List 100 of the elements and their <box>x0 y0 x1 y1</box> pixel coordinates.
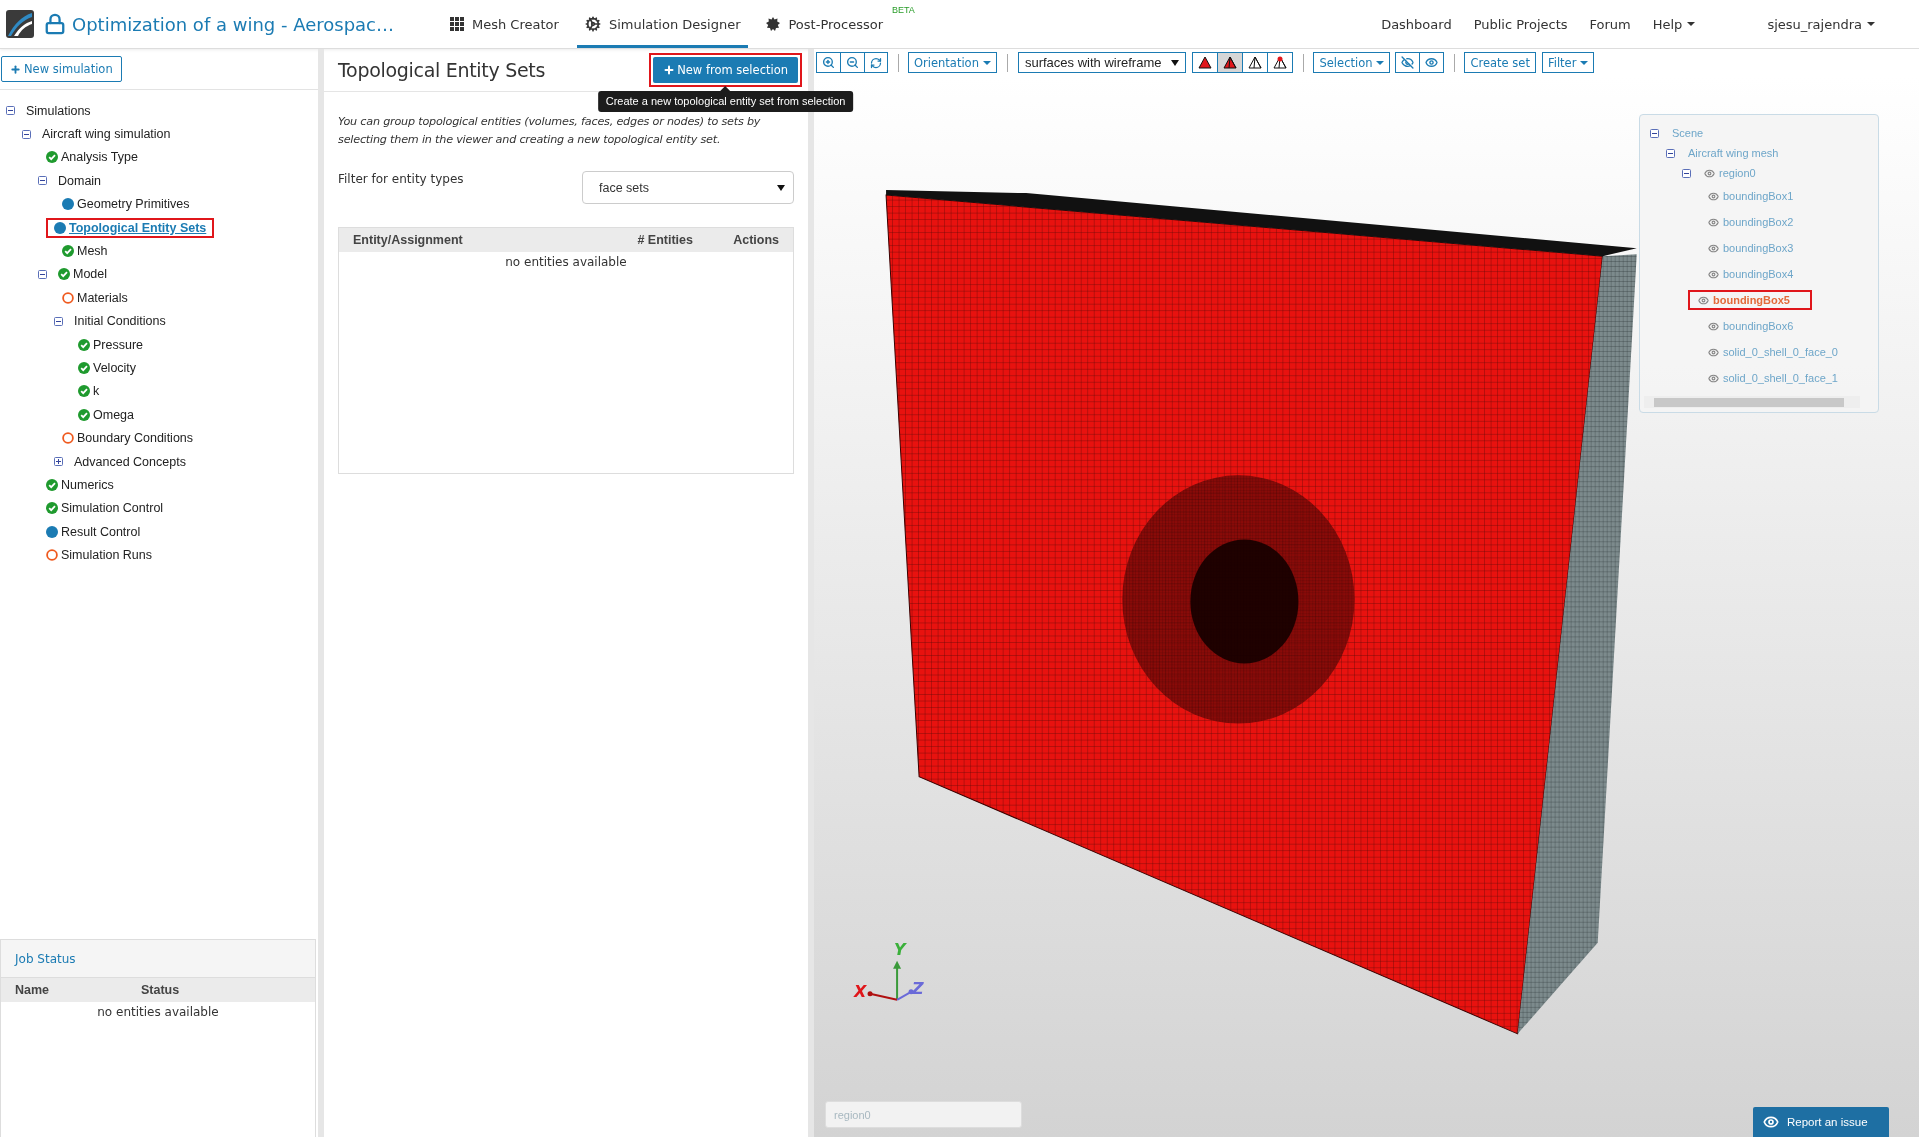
nav-link[interactable]: Public Projects <box>1473 16 1568 32</box>
reset-button[interactable] <box>864 52 888 73</box>
zoom-in-icon <box>822 56 835 69</box>
collapse-icon[interactable] <box>38 176 47 186</box>
ring-icon <box>62 291 74 304</box>
tree-item[interactable]: Advanced Concepts <box>74 454 186 469</box>
render-mode-button[interactable] <box>1267 52 1294 73</box>
tree-item[interactable]: Mesh <box>77 244 108 259</box>
tree-item[interactable]: Domain <box>58 173 102 188</box>
dot-icon <box>46 525 58 538</box>
axes-drawing: Y X Z <box>854 939 924 1001</box>
eye-icon[interactable] <box>1698 294 1709 306</box>
gear-icon <box>766 17 781 31</box>
user-menu[interactable]: sjesu_rajendra <box>1767 16 1875 32</box>
nav-tab[interactable]: Post-Processor <box>758 0 891 48</box>
check-circle-icon <box>78 338 90 351</box>
eye-icon[interactable] <box>1708 372 1719 384</box>
nav-link[interactable]: Forum <box>1589 16 1631 32</box>
tree-item[interactable]: Omega <box>93 407 134 422</box>
tree-item[interactable]: Geometry Primitives <box>77 197 190 212</box>
tree-item[interactable]: Topological Entity Sets <box>69 220 207 235</box>
expand-icon[interactable] <box>54 457 63 467</box>
selection-dropdown[interactable]: Selection <box>1313 52 1391 73</box>
wire-pyramid-icon <box>1248 56 1263 69</box>
render-mode-select[interactable]: surfaces with wireframe <box>1017 52 1187 73</box>
tree-item[interactable]: Boundary Conditions <box>77 431 194 446</box>
tree-item[interactable]: Materials <box>77 290 128 305</box>
tree-item[interactable]: Pressure <box>93 337 144 352</box>
tooltip-arrow <box>720 86 731 91</box>
orientation-dropdown[interactable]: Orientation <box>908 52 997 73</box>
nav-tab[interactable]: Mesh Creator <box>442 0 567 48</box>
nav-link[interactable]: Dashboard <box>1381 16 1452 32</box>
collapse-icon[interactable] <box>54 316 63 326</box>
tree-item[interactable]: k <box>93 384 100 399</box>
check-circle-icon <box>46 502 58 515</box>
new-simulation-button[interactable]: New simulation <box>1 56 122 82</box>
panel-title: Job Status <box>15 951 76 966</box>
zoom-in-button[interactable] <box>816 52 841 73</box>
tree-item[interactable]: Velocity <box>93 361 137 375</box>
collapse-icon[interactable] <box>38 269 47 279</box>
logo-icon <box>6 10 34 38</box>
nav-tab[interactable]: Simulation Designer <box>576 0 749 48</box>
tree-item[interactable]: Simulation Runs <box>61 548 152 563</box>
points-pyramid-icon <box>1273 56 1288 69</box>
collapse-icon[interactable] <box>6 106 15 116</box>
collapse-icon[interactable] <box>1650 128 1659 138</box>
collapse-icon[interactable] <box>22 129 31 139</box>
zoom-out-icon <box>846 56 859 69</box>
tree-item[interactable]: Model <box>73 267 108 282</box>
collapse-icon[interactable] <box>1682 168 1691 178</box>
eye-icon[interactable] <box>1708 320 1719 332</box>
zoom-out-button[interactable] <box>840 52 865 73</box>
check-circle-icon <box>78 408 90 421</box>
render-mode-button[interactable] <box>1192 52 1219 73</box>
eye-icon[interactable] <box>1708 242 1719 254</box>
tree-item[interactable]: Analysis Type <box>61 150 138 165</box>
table-header: Name Status <box>1 978 315 1002</box>
tree-item[interactable]: Simulation Control <box>61 501 164 516</box>
filter-dropdown[interactable]: Filter <box>1541 52 1595 73</box>
dot-icon <box>54 221 66 234</box>
description-text: You can group topological entities (volumes, faces, edges or nodes) to sets by selecting them in the viewer and creating a new topological entity set. <box>338 114 762 148</box>
caret-icon <box>982 60 991 65</box>
tree-item[interactable]: Initial Conditions <box>74 314 166 329</box>
filter-label: Filter for entity types <box>338 171 464 186</box>
beta-label: BETA <box>892 5 915 15</box>
entity-type-select[interactable]: face sets <box>582 171 794 204</box>
refresh-icon <box>870 56 882 69</box>
lock-icon <box>44 13 66 35</box>
tree-item[interactable]: Numerics <box>61 477 114 492</box>
eye-icon[interactable] <box>1708 216 1719 228</box>
hide-button[interactable] <box>1395 52 1421 73</box>
eye-icon[interactable] <box>1708 268 1719 280</box>
caret-icon <box>1376 60 1385 65</box>
region-input-field[interactable]: region0 <box>825 1101 1022 1128</box>
caret-icon <box>1171 59 1180 66</box>
tree-item[interactable]: Simulations <box>26 103 91 118</box>
check-circle-icon <box>46 151 58 164</box>
report-issue-button[interactable]: Report an issue <box>1753 1107 1889 1137</box>
ring-icon <box>62 432 74 445</box>
ring-icon <box>46 549 58 562</box>
render-mode-button[interactable] <box>1217 52 1244 73</box>
collapse-icon[interactable] <box>1666 148 1675 158</box>
eye-slash-icon <box>1401 56 1415 69</box>
check-circle-icon <box>46 478 58 491</box>
eye-icon[interactable] <box>1704 167 1715 179</box>
eye-icon[interactable] <box>1708 190 1719 202</box>
nav-link[interactable]: Help <box>1652 16 1696 32</box>
check-circle-icon <box>78 385 90 398</box>
new-from-selection-button[interactable]: New from selection <box>653 57 798 83</box>
show-button[interactable] <box>1419 52 1445 73</box>
caret-icon <box>1867 22 1875 26</box>
create-set-button[interactable]: Create set <box>1464 52 1536 73</box>
eye-icon[interactable] <box>1708 346 1719 358</box>
tree-item[interactable]: Result Control <box>61 524 141 539</box>
panel-title: Topological Entity Sets <box>338 59 546 81</box>
scrollbar[interactable] <box>1644 396 1860 408</box>
render-mode-button[interactable] <box>1242 52 1269 73</box>
tree-item[interactable]: Aircraft wing simulation <box>42 127 171 142</box>
project-title: Optimization of a wing - Aerospac… <box>72 13 394 35</box>
solid-pyramid-icon <box>1198 56 1213 69</box>
